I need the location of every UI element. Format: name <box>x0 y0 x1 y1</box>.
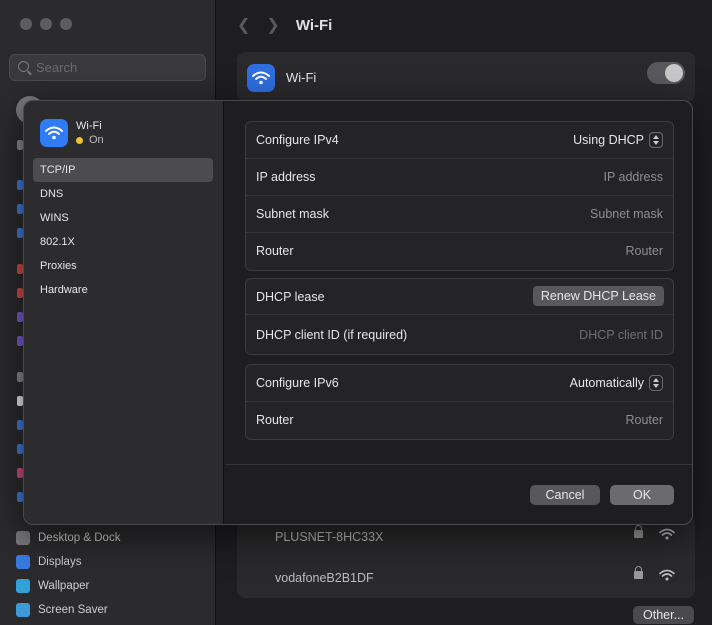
network-item[interactable]: vodafoneB2B1DF <box>237 557 695 598</box>
footer-divider <box>225 464 692 465</box>
configure-ipv4-value: Using DHCP <box>573 133 644 147</box>
forward-chevron-icon[interactable]: ❯ <box>266 15 279 35</box>
network-details-sheet: Wi-Fi On TCP/IP DNS WINS 802.1X Proxies … <box>23 100 693 525</box>
screen-saver-icon <box>16 603 30 617</box>
wifi-card: Wi-Fi <box>237 52 695 102</box>
sidebar-item-desktop-dock[interactable]: Desktop & Dock <box>16 526 120 550</box>
ip-address-row: IP address IP address <box>246 159 673 196</box>
wifi-icon <box>40 119 68 147</box>
close-window-button[interactable] <box>20 18 32 30</box>
cancel-button[interactable]: Cancel <box>530 485 600 505</box>
configure-ipv6-select[interactable]: Automatically <box>570 375 663 391</box>
network-name: vodafoneB2B1DF <box>275 571 374 585</box>
network-name: Wi-Fi <box>76 120 102 132</box>
nav-item-8021x[interactable]: 802.1X <box>33 230 213 254</box>
sheet-nav: TCP/IP DNS WINS 802.1X Proxies Hardware <box>33 158 213 302</box>
wallpaper-icon <box>16 579 30 593</box>
ip-address-label: IP address <box>256 170 316 184</box>
wifi-toggle[interactable] <box>647 62 685 84</box>
nav-item-proxies[interactable]: Proxies <box>33 254 213 278</box>
displays-icon <box>16 555 30 569</box>
sidebar-item-label: Displays <box>38 556 82 568</box>
connection-status: On <box>76 134 104 146</box>
sidebar-item-label: Desktop & Dock <box>38 532 121 544</box>
dhcp-lease-row: DHCP lease Renew DHCP Lease <box>246 279 673 315</box>
dhcp-group: DHCP lease Renew DHCP Lease DHCP client … <box>245 278 674 355</box>
dhcp-lease-label: DHCP lease <box>256 290 325 304</box>
dhcp-client-id-input[interactable]: DHCP client ID <box>579 328 663 342</box>
search-icon <box>18 61 29 72</box>
sheet-sidebar: Wi-Fi On TCP/IP DNS WINS 802.1X Proxies … <box>24 101 224 524</box>
popup-chevron-icon <box>649 132 663 148</box>
minimize-window-button[interactable] <box>40 18 52 30</box>
sheet-header: Wi-Fi On <box>40 119 104 147</box>
search-placeholder: Search <box>36 60 78 75</box>
other-network-button[interactable]: Other... <box>633 606 694 624</box>
configure-ipv4-select[interactable]: Using DHCP <box>573 132 663 148</box>
wifi-signal-icon <box>659 569 675 584</box>
sheet-content: Configure IPv4 Using DHCP IP address IP … <box>225 101 692 524</box>
network-list: PLUSNET-8HC33X vodafoneB2B1DF <box>237 516 695 598</box>
nav-item-hardware[interactable]: Hardware <box>33 278 213 302</box>
subnet-mask-row: Subnet mask Subnet mask <box>246 196 673 233</box>
sidebar-list: Desktop & Dock Displays Wallpaper Screen… <box>16 526 120 622</box>
zoom-window-button[interactable] <box>60 18 72 30</box>
page-title: Wi-Fi <box>295 16 333 34</box>
configure-ipv6-value: Automatically <box>569 376 644 390</box>
router-row: Router Router <box>246 233 673 270</box>
configure-ipv6-row: Configure IPv6 Automatically <box>246 365 673 402</box>
nav-item-wins[interactable]: WINS <box>33 206 213 230</box>
configure-ipv4-row: Configure IPv4 Using DHCP <box>246 122 673 159</box>
dhcp-client-id-row: DHCP client ID (if required) DHCP client… <box>246 315 673 354</box>
configure-ipv4-label: Configure IPv4 <box>256 133 339 147</box>
sidebar-item-displays[interactable]: Displays <box>16 550 120 574</box>
sidebar-item-screen-saver[interactable]: Screen Saver <box>16 598 120 622</box>
status-dot-icon <box>76 136 83 144</box>
ipv6-router-label: Router <box>256 413 294 427</box>
router-label: Router <box>256 244 294 258</box>
back-chevron-icon[interactable]: ❮ <box>237 15 250 35</box>
window-controls <box>20 18 72 30</box>
sidebar-item-wallpaper[interactable]: Wallpaper <box>16 574 120 598</box>
ipv6-group: Configure IPv6 Automatically Router Rout… <box>245 364 674 440</box>
ipv4-group: Configure IPv4 Using DHCP IP address IP … <box>245 121 674 271</box>
wifi-signal-icon <box>659 528 675 543</box>
network-name: PLUSNET-8HC33X <box>275 530 384 544</box>
wifi-icon <box>247 64 275 92</box>
toolbar: ❮ ❯ Wi-Fi <box>237 15 332 35</box>
sidebar-item-label: Wallpaper <box>38 580 90 592</box>
subnet-mask-value: Subnet mask <box>590 207 663 221</box>
ok-button[interactable]: OK <box>610 485 674 505</box>
status-text: On <box>89 134 104 146</box>
popup-chevron-icon <box>649 375 663 391</box>
lock-icon <box>634 566 643 579</box>
nav-item-tcpip[interactable]: TCP/IP <box>33 158 213 182</box>
desktop-dock-icon <box>16 531 30 545</box>
search-input[interactable]: Search <box>9 54 206 81</box>
sidebar-item-label: Screen Saver <box>38 604 108 616</box>
wifi-label: Wi-Fi <box>286 70 317 85</box>
nav-item-dns[interactable]: DNS <box>33 182 213 206</box>
renew-dhcp-lease-button[interactable]: Renew DHCP Lease <box>532 286 664 306</box>
router-value: Router <box>625 244 663 258</box>
dhcp-client-id-label: DHCP client ID (if required) <box>256 328 408 342</box>
ip-address-value: IP address <box>603 170 663 184</box>
configure-ipv6-label: Configure IPv6 <box>256 376 339 390</box>
lock-icon <box>634 525 643 538</box>
ipv6-router-row: Router Router <box>246 402 673 439</box>
ipv6-router-value: Router <box>625 413 663 427</box>
subnet-mask-label: Subnet mask <box>256 207 329 221</box>
